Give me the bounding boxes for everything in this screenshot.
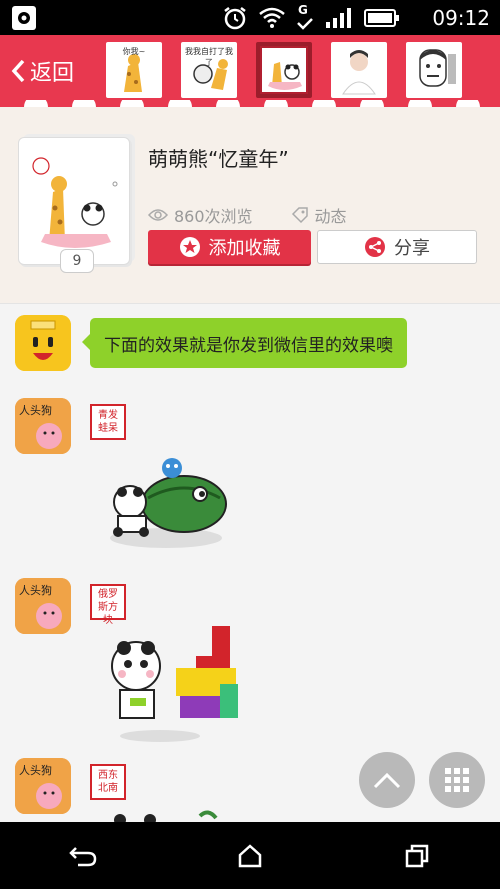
panda-watermelon-sticker[interactable] [100,448,240,578]
system-nav-bar [0,822,500,889]
pack-thumbnail-3[interactable] [256,42,312,98]
pack-meta: 860次浏览 动态 [148,203,347,227]
dog-avatar-icon: 人头狗 [15,398,71,454]
nav-home-button[interactable] [220,836,280,876]
app-avatar [15,315,71,371]
pack-thumbnail-1[interactable]: 你我~ [106,42,162,98]
share-label: 分享 [394,238,430,259]
intro-bubble: 下面的效果就是你发到微信里的效果噢 [82,318,407,368]
network-type: G [296,3,314,31]
smiley-face-icon [15,315,71,371]
sticker-pack-thumbnails: 你我~ 我我自打了我了 [106,42,462,98]
top-nav-bar: 返回 你我~ 我我自打了我了 [0,35,500,107]
share-icon [365,237,385,257]
pack-thumbnail-2[interactable]: 我我自打了我了 [181,42,237,98]
wifi-icon [259,7,285,28]
chevron-left-icon [11,59,25,83]
sender-avatar[interactable]: 人头狗 [15,578,71,634]
sticker-seal: 青发蛙呆 [90,404,126,440]
chevron-up-icon [373,772,401,789]
sticker-partial[interactable] [110,810,230,822]
panda-tetris-sticker[interactable] [100,626,260,746]
settings-icon [12,6,36,30]
tag-icon [291,207,308,224]
alarm-icon [224,7,246,30]
pack-cover-illustration [32,157,118,248]
back-button[interactable]: 返回 [10,51,74,91]
pack-thumbnail-5[interactable] [406,42,462,98]
sender-avatar[interactable]: 人头狗 [15,398,71,454]
grid-menu-button[interactable] [429,752,485,808]
meme-face-sticker-icon [419,49,456,87]
battery-icon [364,9,399,27]
thumbnail-caption: 你我~ [122,47,146,56]
star-icon [179,237,200,257]
sticker-seal: 西东北南 [90,764,126,800]
check-icon [297,18,313,30]
add-favorite-label: 添加收藏 [208,238,281,259]
share-button[interactable]: 分享 [317,230,477,264]
sticker-seal: 俄罗斯方块 [90,584,126,626]
pack-thumbnail-4[interactable] [331,42,387,98]
dog-avatar-icon: 人头狗 [15,758,71,814]
status-bar: G 09:12 [0,0,500,35]
home-icon [238,843,262,867]
nav-recents-button[interactable] [387,836,447,876]
sticker-message: 人头狗 青发蛙呆 [0,384,500,564]
eye-icon [148,209,168,221]
avatar-caption: 人头狗 [19,584,52,597]
signal-icon [326,8,351,28]
back-label: 返回 [30,61,75,86]
pack-title: 萌萌熊“忆童年” [148,147,289,171]
pack-tag[interactable]: 动态 [315,203,347,227]
add-favorite-button[interactable]: 添加收藏 [148,230,311,264]
intro-text: 下面的效果就是你发到微信里的效果噢 [104,335,393,356]
scroll-top-button[interactable] [359,752,415,808]
sticker-count-badge: 9 [60,249,94,273]
view-count: 860次浏览 [174,207,253,226]
nav-back-button[interactable] [53,836,113,876]
sender-avatar[interactable]: 人头狗 [15,758,71,814]
clock: 09:12 [432,6,490,30]
pack-cover-image[interactable] [18,137,130,265]
person-sticker-icon [342,50,376,95]
pack-header: 9 萌萌熊“忆童年” 860次浏览 动态 添加收藏 分享 [0,107,500,303]
grid-icon [445,768,469,792]
sticker-message: 人头狗 俄罗斯方块 [0,564,500,744]
recents-icon [405,844,428,867]
dog-avatar-icon: 人头狗 [15,578,71,634]
sticker-message: 人头狗 西东北南 [0,744,500,822]
intro-message: 下面的效果就是你发到微信里的效果噢 [0,304,500,384]
back-arrow-icon [69,846,97,866]
panda-giraffe-sticker-icon [268,62,302,90]
thumbnail-caption: 我我自打了我了 [185,47,233,67]
avatar-caption: 人头狗 [19,404,52,417]
avatar-caption: 人头狗 [19,764,52,777]
